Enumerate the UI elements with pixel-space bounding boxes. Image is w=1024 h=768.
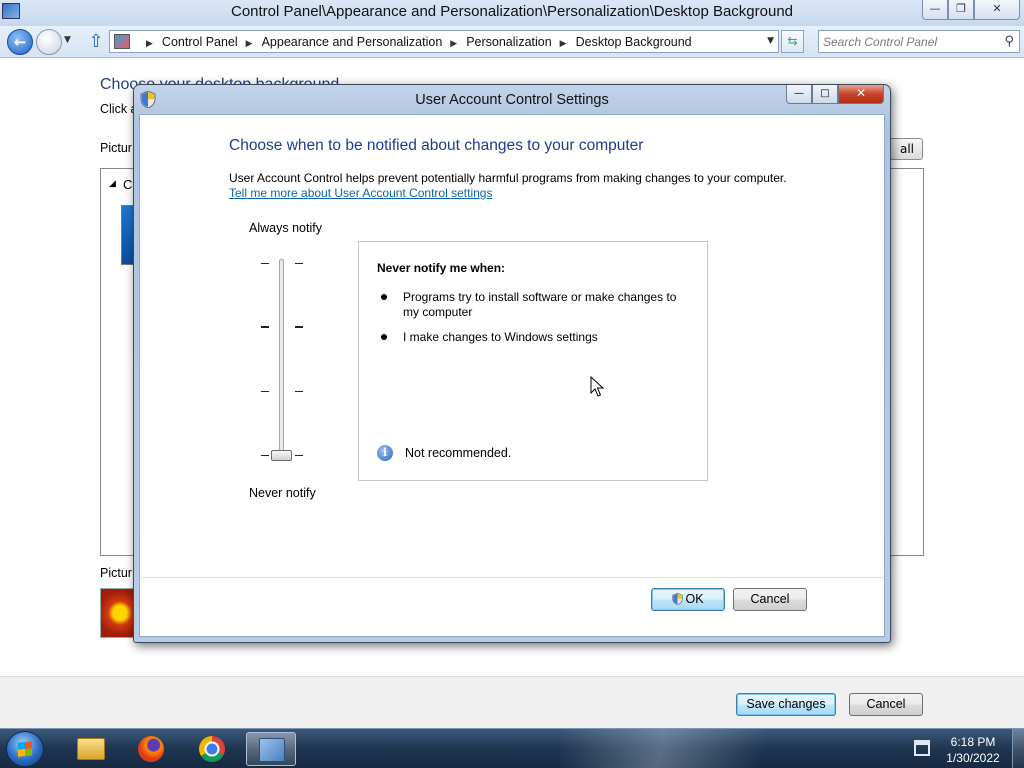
ok-label: OK xyxy=(685,592,704,606)
save-changes-button[interactable]: Save changes xyxy=(736,693,836,716)
chevron-right-icon[interactable]: ▶ xyxy=(450,38,457,48)
address-toolbar: ← ▼ ⇧ ▶ Control Panel ▶ Appearance and Pers… xyxy=(0,26,1024,58)
uac-dialog: User Account Control Settings — □ ✕ Choo… xyxy=(133,84,891,643)
divider xyxy=(140,577,884,578)
chevron-right-icon[interactable]: ▶ xyxy=(246,38,253,48)
control-panel-small-icon xyxy=(114,34,130,49)
taskbar-control-panel-button[interactable] xyxy=(246,732,296,766)
address-bar[interactable]: ▶ Control Panel ▶ Appearance and Personaliz… xyxy=(109,30,779,53)
maximize-button[interactable]: ❐ xyxy=(948,0,974,20)
notification-slider-thumb[interactable] xyxy=(271,450,292,461)
breadcrumb-desktop-background[interactable]: Desktop Background xyxy=(576,35,692,49)
address-dropdown-icon[interactable]: ▼ xyxy=(767,36,774,46)
search-icon[interactable]: ⚲ xyxy=(1004,34,1014,49)
search-box[interactable]: ⚲ xyxy=(818,30,1020,53)
close-button[interactable]: ✕ xyxy=(974,0,1020,20)
uac-heading: Choose when to be notified about changes… xyxy=(229,137,644,154)
taskbar: 6:18 PM 1/30/2022 xyxy=(0,728,1024,768)
chevron-right-icon[interactable]: ▶ xyxy=(146,38,153,48)
page-subtitle: Click a xyxy=(100,102,138,116)
cancel-button[interactable]: Cancel xyxy=(849,693,923,716)
search-input[interactable] xyxy=(823,33,993,50)
slider-tick xyxy=(295,455,303,456)
mouse-cursor-icon xyxy=(590,376,604,397)
back-button[interactable]: ← xyxy=(7,29,33,55)
chrome-icon xyxy=(199,736,225,762)
slider-tick xyxy=(261,326,269,328)
always-notify-label: Always notify xyxy=(249,221,322,235)
uac-cancel-button[interactable]: Cancel xyxy=(733,588,807,611)
clock-date[interactable]: 1/30/2022 xyxy=(940,751,1006,765)
info-title: Never notify me when: xyxy=(377,261,506,275)
chevron-right-icon[interactable]: ▶ xyxy=(560,38,567,48)
control-panel-icon xyxy=(259,738,285,762)
uac-content: Choose when to be notified about changes… xyxy=(139,114,885,637)
breadcrumb-appearance[interactable]: Appearance and Personalization xyxy=(262,35,443,49)
collapse-triangle-icon[interactable]: ◢ xyxy=(109,179,116,189)
info-icon: i xyxy=(377,445,393,461)
minimize-button[interactable]: — xyxy=(922,0,948,20)
recommendation-note: Not recommended. xyxy=(405,446,512,460)
info-bullet-1: Programs try to install software or make… xyxy=(403,290,677,319)
back-arrow-icon: ← xyxy=(13,33,27,51)
picture-location-label: Pictur xyxy=(100,141,132,155)
forward-button[interactable] xyxy=(36,29,62,55)
folder-icon xyxy=(77,738,105,760)
wallpaper-strip xyxy=(560,729,900,768)
recent-pages-dropdown[interactable]: ▼ xyxy=(64,35,71,45)
notification-slider-track[interactable] xyxy=(279,259,284,457)
bullet-icon xyxy=(381,334,387,340)
taskbar-explorer-button[interactable] xyxy=(66,732,116,766)
picture-position-label: Pictur xyxy=(100,566,132,580)
clock-time[interactable]: 6:18 PM xyxy=(940,735,1006,749)
uac-close-button[interactable]: ✕ xyxy=(838,85,884,104)
network-icon[interactable] xyxy=(914,740,930,756)
never-notify-label: Never notify xyxy=(249,486,316,500)
bullet-icon xyxy=(381,294,387,300)
slider-tick xyxy=(295,263,303,264)
uac-shield-icon xyxy=(672,593,684,605)
notification-description-box: Never notify me when: Programs try to in… xyxy=(358,241,708,481)
slider-tick xyxy=(295,391,303,392)
breadcrumb: ▶ Control Panel ▶ Appearance and Personaliz… xyxy=(138,35,692,49)
uac-description: User Account Control helps prevent poten… xyxy=(229,171,787,185)
picture-group-label: C xyxy=(123,177,133,192)
show-desktop-button[interactable] xyxy=(1012,729,1024,768)
uac-learn-more-link[interactable]: Tell me more about User Account Control … xyxy=(229,186,492,200)
uac-title: User Account Control Settings xyxy=(415,92,609,108)
slider-tick xyxy=(261,391,269,392)
refresh-icon: ⇆ xyxy=(787,34,798,48)
uac-minimize-button[interactable]: — xyxy=(786,85,812,104)
uac-maximize-button[interactable]: □ xyxy=(812,85,838,104)
slider-tick xyxy=(261,455,269,456)
start-button[interactable] xyxy=(6,731,44,767)
slider-tick xyxy=(261,263,269,264)
refresh-button[interactable]: ⇆ xyxy=(781,30,804,53)
up-arrow-icon[interactable]: ⇧ xyxy=(87,31,105,53)
firefox-icon xyxy=(138,736,164,762)
breadcrumb-personalization[interactable]: Personalization xyxy=(466,35,551,49)
taskbar-firefox-button[interactable] xyxy=(126,732,176,766)
taskbar-chrome-button[interactable] xyxy=(187,732,237,766)
title-bar: Control Panel\Appearance and Personaliza… xyxy=(0,0,1024,26)
window-title: Control Panel\Appearance and Personaliza… xyxy=(230,3,794,20)
breadcrumb-control-panel[interactable]: Control Panel xyxy=(162,35,238,49)
footer-bar: Save changes Cancel xyxy=(0,676,1024,728)
ok-button[interactable]: OK xyxy=(651,588,725,611)
info-bullet-2: I make changes to Windows settings xyxy=(403,330,598,344)
slider-tick xyxy=(295,326,303,328)
